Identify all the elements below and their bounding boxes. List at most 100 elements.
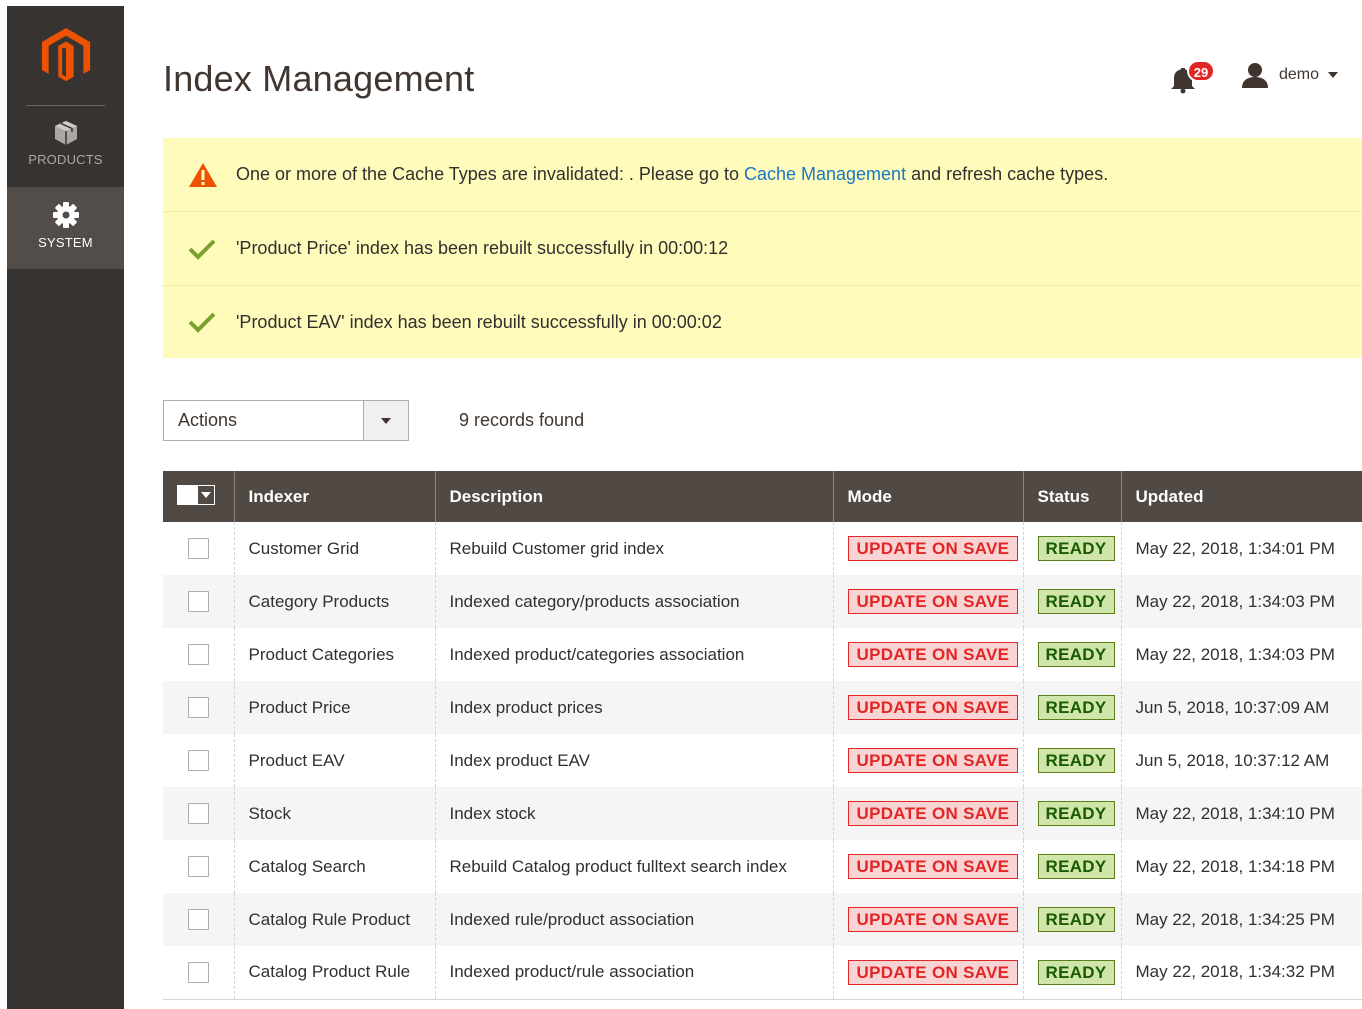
mode-badge: UPDATE ON SAVE bbox=[847, 589, 1019, 614]
cube-icon bbox=[54, 121, 77, 145]
cell-updated: May 22, 2018, 1:34:10 PM bbox=[1120, 787, 1362, 840]
cell-indexer: Product EAV bbox=[233, 734, 435, 787]
row-checkbox[interactable] bbox=[188, 644, 209, 665]
table-row: Customer Grid Rebuild Customer grid inde… bbox=[163, 522, 1362, 575]
chevron-down-icon bbox=[1328, 72, 1339, 78]
cell-description: Index product prices bbox=[434, 681, 833, 734]
mode-badge: UPDATE ON SAVE bbox=[847, 959, 1019, 985]
mode-badge: UPDATE ON SAVE bbox=[847, 748, 1019, 773]
column-header-status[interactable]: Status bbox=[1022, 471, 1122, 522]
success-message: 'Product Price' index has been rebuilt s… bbox=[163, 212, 1362, 286]
notifications-button[interactable]: 29 bbox=[1170, 60, 1220, 94]
sidebar-item-label: SYSTEM bbox=[38, 235, 93, 250]
warning-icon bbox=[189, 162, 217, 187]
mode-badge: UPDATE ON SAVE bbox=[847, 801, 1019, 826]
status-badge: READY bbox=[1037, 854, 1115, 879]
magento-logo-icon bbox=[41, 28, 90, 82]
mass-select-header bbox=[163, 471, 235, 522]
row-checkbox[interactable] bbox=[188, 750, 209, 771]
cell-description: Rebuild Customer grid index bbox=[434, 522, 833, 575]
actions-dropdown[interactable]: Actions bbox=[163, 400, 409, 441]
success-message-text: 'Product EAV' index has been rebuilt suc… bbox=[236, 311, 722, 332]
page-title: Index Management bbox=[163, 58, 475, 99]
status-badge: READY bbox=[1037, 748, 1115, 773]
status-badge: READY bbox=[1037, 959, 1115, 985]
actions-label: Actions bbox=[178, 410, 238, 430]
cell-indexer: Category Products bbox=[233, 575, 435, 628]
admin-sidebar: PRODUCTS SYSTEM bbox=[7, 6, 124, 1009]
records-found: 9 records found bbox=[459, 410, 585, 430]
cell-description: Indexed product/categories association bbox=[434, 628, 833, 681]
table-row: Catalog Product Rule Indexed product/rul… bbox=[163, 946, 1362, 1000]
messages-area: One or more of the Cache Types are inval… bbox=[163, 138, 1362, 358]
cell-indexer: Product Categories bbox=[233, 628, 435, 681]
mode-badge: UPDATE ON SAVE bbox=[847, 854, 1019, 879]
actions-dropdown-toggle[interactable] bbox=[363, 401, 408, 440]
cell-indexer: Product Price bbox=[233, 681, 435, 734]
cell-updated: May 22, 2018, 1:34:01 PM bbox=[1120, 522, 1362, 575]
column-header-mode[interactable]: Mode bbox=[832, 471, 1024, 522]
mode-badge: UPDATE ON SAVE bbox=[847, 642, 1019, 667]
cell-indexer: Catalog Product Rule bbox=[233, 946, 435, 1000]
cell-indexer: Catalog Rule Product bbox=[233, 893, 435, 946]
table-row: Product Price Index product prices UPDAT… bbox=[163, 681, 1362, 734]
column-header-indexer[interactable]: Indexer bbox=[233, 471, 436, 522]
notifications-count-badge: 29 bbox=[1187, 60, 1215, 82]
row-checkbox[interactable] bbox=[188, 591, 209, 612]
cache-management-link[interactable]: Cache Management bbox=[744, 164, 906, 184]
status-badge: READY bbox=[1037, 642, 1115, 667]
row-checkbox[interactable] bbox=[188, 856, 209, 877]
status-badge: READY bbox=[1037, 695, 1115, 720]
cell-description: Index stock bbox=[434, 787, 833, 840]
grid-header-row: Indexer Description Mode Status Updated bbox=[163, 471, 1362, 522]
table-row: Stock Index stock UPDATE ON SAVE READY M… bbox=[163, 787, 1362, 840]
cell-description: Index product EAV bbox=[434, 734, 833, 787]
user-icon bbox=[1242, 63, 1268, 88]
cell-updated: May 22, 2018, 1:34:25 PM bbox=[1120, 893, 1362, 946]
cell-indexer: Customer Grid bbox=[233, 522, 435, 575]
cell-updated: Jun 5, 2018, 10:37:12 AM bbox=[1120, 734, 1362, 787]
status-badge: READY bbox=[1037, 907, 1115, 932]
cell-indexer: Catalog Search bbox=[233, 840, 435, 893]
cell-updated: May 22, 2018, 1:34:32 PM bbox=[1120, 946, 1362, 1000]
cell-description: Indexed product/rule association bbox=[434, 946, 833, 1000]
cell-indexer: Stock bbox=[233, 787, 435, 840]
table-row: Catalog Rule Product Indexed rule/produc… bbox=[163, 893, 1362, 946]
row-checkbox[interactable] bbox=[188, 803, 209, 824]
column-header-description[interactable]: Description bbox=[434, 471, 834, 522]
row-checkbox[interactable] bbox=[188, 909, 209, 930]
checkmark-icon bbox=[188, 312, 216, 333]
mode-badge: UPDATE ON SAVE bbox=[847, 695, 1019, 720]
row-checkbox[interactable] bbox=[188, 961, 209, 983]
mass-select-checkbox[interactable] bbox=[177, 484, 215, 505]
status-badge: READY bbox=[1037, 801, 1115, 826]
cell-updated: May 22, 2018, 1:34:03 PM bbox=[1120, 575, 1362, 628]
checkmark-icon bbox=[188, 239, 216, 260]
chevron-down-icon bbox=[201, 491, 212, 498]
magento-logo[interactable] bbox=[7, 6, 124, 106]
table-row: Category Products Indexed category/produ… bbox=[163, 575, 1362, 628]
sidebar-item-system[interactable]: SYSTEM bbox=[7, 187, 124, 269]
status-badge: READY bbox=[1037, 589, 1115, 614]
indexer-grid: Indexer Description Mode Status Updated … bbox=[163, 471, 1362, 1000]
cell-description: Indexed rule/product association bbox=[434, 893, 833, 946]
table-row: Product Categories Indexed product/categ… bbox=[163, 628, 1362, 681]
column-header-updated[interactable]: Updated bbox=[1120, 471, 1362, 522]
warning-message: One or more of the Cache Types are inval… bbox=[163, 138, 1362, 212]
row-checkbox[interactable] bbox=[188, 697, 209, 718]
table-row: Catalog Search Rebuild Catalog product f… bbox=[163, 840, 1362, 893]
warning-message-text: One or more of the Cache Types are inval… bbox=[236, 164, 1109, 184]
cell-updated: Jun 5, 2018, 10:37:09 AM bbox=[1120, 681, 1362, 734]
success-message-text: 'Product Price' index has been rebuilt s… bbox=[236, 238, 729, 258]
cell-updated: May 22, 2018, 1:34:18 PM bbox=[1120, 840, 1362, 893]
success-message: 'Product EAV' index has been rebuilt suc… bbox=[163, 286, 1362, 358]
cell-description: Rebuild Catalog product fulltext search … bbox=[434, 840, 833, 893]
sidebar-item-products[interactable]: PRODUCTS bbox=[7, 106, 124, 188]
row-checkbox[interactable] bbox=[188, 538, 209, 559]
mode-badge: UPDATE ON SAVE bbox=[847, 536, 1019, 561]
gear-icon bbox=[52, 202, 79, 228]
status-badge: READY bbox=[1037, 536, 1115, 561]
cell-description: Indexed category/products association bbox=[434, 575, 833, 628]
user-account-menu[interactable]: demo bbox=[1241, 62, 1339, 88]
sidebar-item-label: PRODUCTS bbox=[28, 152, 103, 167]
